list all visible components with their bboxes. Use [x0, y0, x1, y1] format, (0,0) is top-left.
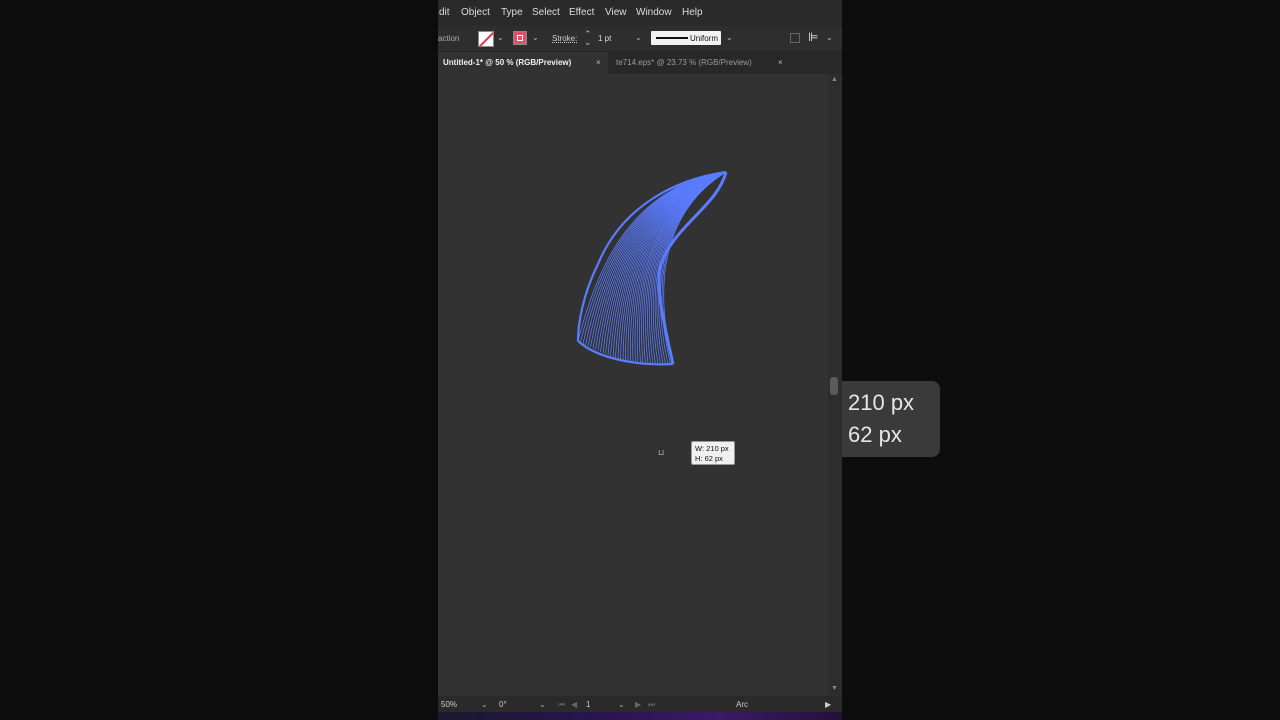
menu-help[interactable]: Help [682, 7, 703, 18]
rotation-value[interactable]: 0° [499, 700, 507, 709]
tab-te714[interactable]: te714.eps* @ 23.73 % (RGB/Preview) × [608, 52, 788, 74]
menu-effect[interactable]: Effect [569, 7, 594, 18]
blend-steps [577, 171, 727, 365]
chevron-down-icon[interactable]: ⌄ [826, 33, 833, 42]
blend-step-line [590, 171, 727, 348]
stroke-profile-line-icon [656, 37, 688, 39]
status-menu-arrow-icon[interactable]: ▶ [825, 700, 831, 709]
chevron-down-icon[interactable]: ⌄ [726, 33, 733, 42]
cursor-icon: ⊔ [658, 448, 665, 457]
stroke-weight-stepper-icon[interactable]: ⌃ ⌄ [584, 30, 592, 47]
transform-icon[interactable] [790, 33, 800, 43]
menu-bar: dit Object Type Select Effect View Windo… [438, 0, 842, 26]
tab-untitled-1[interactable]: Untitled-1* @ 50 % (RGB/Preview) × [438, 52, 608, 74]
menu-select[interactable]: Select [532, 7, 560, 18]
stroke-profile-label: Uniform [690, 34, 719, 43]
control-bar: action ⌄ ⌄ Stroke: ⌃ ⌄ 1 pt ⌄ Uniform ⌄ ⊫… [438, 26, 842, 52]
artboard-number[interactable]: 1 [586, 700, 590, 709]
artboard-canvas[interactable]: ⊔ W: 210 px H: 62 px [438, 74, 828, 696]
tab-label: te714.eps* @ 23.73 % (RGB/Preview) [616, 58, 752, 67]
tool-label: action [438, 34, 460, 43]
zoomed-dimension-callout: 210 px 62 px [842, 381, 940, 457]
dimension-tooltip: W: 210 px H: 62 px [691, 441, 735, 465]
stroke-profile-select[interactable]: Uniform [651, 31, 721, 45]
scroll-thumb[interactable] [830, 377, 838, 395]
stroke-color-swatch[interactable] [513, 31, 527, 45]
first-artboard-icon[interactable]: ⏮ [558, 700, 565, 710]
chevron-down-icon[interactable]: ⌄ [539, 700, 546, 709]
fill-none-icon[interactable] [478, 31, 494, 47]
menu-type[interactable]: Type [501, 7, 523, 18]
chevron-down-icon[interactable]: ⌄ [618, 700, 625, 709]
scroll-down-icon[interactable]: ▼ [831, 685, 838, 692]
menu-object[interactable]: Object [461, 7, 490, 18]
current-tool-label: Arc [736, 700, 748, 709]
tooltip-height: H: 62 px [695, 454, 723, 463]
scroll-up-icon[interactable]: ▲ [831, 76, 838, 83]
tooltip-width: W: 210 px [695, 444, 729, 453]
menu-window[interactable]: Window [636, 7, 672, 18]
zoomed-width: 210 px [848, 390, 915, 415]
illustrator-window: dit Object Type Select Effect View Windo… [438, 0, 842, 720]
previous-artboard-icon[interactable]: ◀ [571, 700, 577, 709]
last-artboard-icon[interactable]: ⏭ [648, 700, 655, 710]
chevron-down-icon[interactable]: ⌄ [635, 33, 642, 42]
menu-edit[interactable]: dit [439, 7, 450, 18]
document-tab-bar: Untitled-1* @ 50 % (RGB/Preview) × te714… [438, 52, 842, 74]
align-icon[interactable]: ⊫ [808, 30, 818, 44]
video-right-margin [842, 0, 1280, 720]
stroke-label[interactable]: Stroke: [552, 34, 577, 43]
status-bar: 50% ⌄ 0° ⌄ ⏮ ◀ 1 ⌄ ▶ ⏭ Arc ▶ [438, 696, 842, 712]
blend-outer-path [576, 170, 727, 342]
taskbar-strip [438, 712, 842, 720]
zoom-level[interactable]: 50% [441, 700, 457, 709]
vertical-scrollbar[interactable]: ▲ ▼ [828, 74, 842, 696]
chevron-down-icon[interactable]: ⌄ [532, 33, 539, 42]
chevron-down-icon[interactable]: ⌄ [497, 33, 504, 42]
zoomed-height: 62 px [848, 422, 902, 447]
close-icon[interactable]: × [778, 52, 783, 74]
stroke-weight-field[interactable]: 1 pt [598, 34, 611, 43]
next-artboard-icon[interactable]: ▶ [635, 700, 641, 709]
menu-view[interactable]: View [605, 7, 627, 18]
video-left-margin [0, 0, 438, 720]
blend-artwork[interactable] [438, 74, 828, 696]
close-icon[interactable]: × [596, 52, 601, 74]
chevron-down-icon[interactable]: ⌄ [481, 700, 488, 709]
tab-label: Untitled-1* @ 50 % (RGB/Preview) [443, 58, 572, 67]
